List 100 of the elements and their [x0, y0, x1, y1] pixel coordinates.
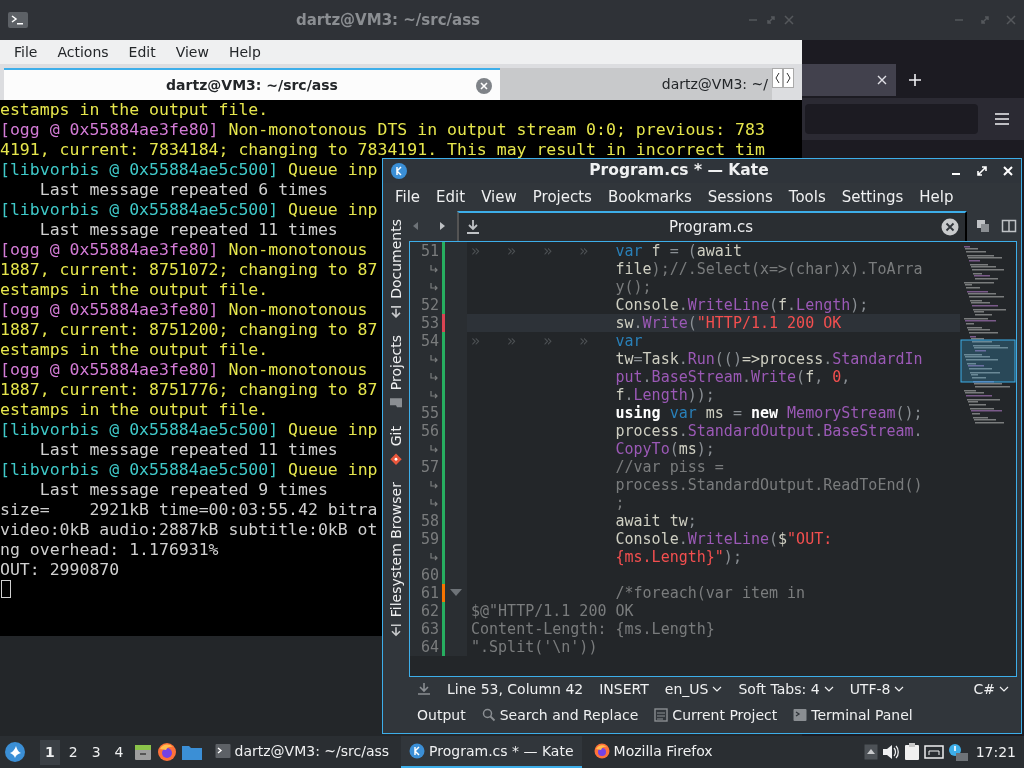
wrap-icon: [429, 479, 439, 491]
menu-item[interactable]: View: [473, 185, 525, 209]
notification-icon[interactable]: [947, 743, 968, 761]
panel-tab[interactable]: Search and Replace: [481, 704, 639, 726]
line-number: 57: [419, 458, 440, 476]
browser-icon[interactable]: [156, 742, 177, 762]
code-line: Content-Length: {ms.Length}: [470, 620, 716, 638]
terminal-tab[interactable]: dartz@VM3: ~/: [500, 68, 772, 100]
folder-icon[interactable]: [180, 743, 203, 761]
sidebar-tab[interactable]: Git: [385, 422, 407, 471]
menu-item[interactable]: Sessions: [699, 185, 781, 209]
save-icon: [465, 219, 481, 235]
workspace-button[interactable]: 3: [86, 739, 106, 765]
line-number: 62: [419, 602, 440, 620]
code-line: tw=Task.Run(()=>process.StandardIn: [467, 350, 960, 368]
panel-tab[interactable]: Output: [417, 704, 466, 726]
panel-tab[interactable]: Current Project: [654, 704, 778, 726]
terminal-icon: [793, 708, 808, 722]
taskbar-task[interactable]: Program.cs * — Kate: [401, 736, 582, 768]
launcher-icon[interactable]: [4, 741, 26, 763]
search-icon: [481, 708, 496, 722]
sidebar-tab[interactable]: Documents: [385, 215, 407, 323]
sidebar-tab[interactable]: Projects: [385, 330, 407, 415]
status-item[interactable]: Soft Tabs: 4: [738, 678, 834, 700]
status-item[interactable]: Line 53, Column 42: [447, 678, 584, 700]
status-item[interactable]: UTF-8: [849, 678, 905, 700]
line-number: 54: [419, 332, 440, 350]
menu-item[interactable]: Edit: [118, 41, 166, 63]
code-line: process.StandardOutput.ReadToEnd(): [467, 476, 960, 494]
terminal-line: 1887, current: 8751776; changing to 87: [0, 380, 378, 400]
status-item[interactable]: C#: [973, 678, 1009, 700]
workspace-button[interactable]: 4: [109, 739, 129, 765]
clipboard-icon[interactable]: [903, 743, 920, 761]
terminal-line: 1887, current: 8751072; changing to 87: [0, 260, 378, 280]
menu-item[interactable]: Help: [911, 185, 962, 209]
workspace-button[interactable]: 1: [40, 739, 60, 765]
menu-item[interactable]: Help: [218, 41, 271, 63]
terminal-icon: [8, 12, 28, 28]
status-item[interactable]: en_US: [664, 678, 723, 700]
taskbar-task[interactable]: dartz@VM3: ~/src/ass: [206, 736, 398, 768]
code-line: {ms.Length}");: [467, 548, 960, 566]
terminal-icon: [214, 743, 231, 759]
code-line: //var piss =: [614, 458, 725, 476]
line-number: 59: [419, 530, 440, 548]
new-tab-icon[interactable]: [908, 73, 922, 87]
window-title: Program.cs * — Kate: [588, 160, 770, 182]
speaker-icon[interactable]: [881, 744, 900, 760]
sidebar-tab[interactable]: Filesystem Browser: [385, 478, 407, 642]
code-line: Console.WriteLine(f.Length);: [614, 296, 870, 314]
menu-item[interactable]: Settings: [833, 185, 912, 209]
terminal-line: Last message repeated 11 times: [38, 440, 338, 460]
code-line: await tw;: [614, 512, 698, 530]
file-manager-icon[interactable]: [132, 742, 153, 762]
maximize-icon[interactable]: [977, 166, 987, 176]
status-item[interactable]: INSERT: [599, 678, 649, 700]
arrow-icon: [389, 623, 403, 638]
close-icon[interactable]: [941, 218, 959, 236]
menu-item[interactable]: Bookmarks: [599, 185, 700, 209]
wrap-icon: [429, 281, 439, 293]
browser-icon: [593, 743, 610, 759]
code-line: file);//.Select(x=>(char)x).ToArra: [467, 260, 960, 278]
layout-icon[interactable]: [1001, 218, 1017, 234]
line-number: 60: [419, 566, 440, 584]
editor-tab[interactable]: Program.cs: [457, 211, 967, 241]
line-number: 61: [419, 584, 440, 602]
terminal-tab[interactable]: dartz@VM3: ~/src/ass: [4, 68, 500, 100]
split-icon[interactable]: [975, 218, 991, 234]
menu-item[interactable]: Actions: [47, 41, 119, 63]
close-icon: [784, 15, 794, 25]
line-number: 56: [419, 422, 440, 440]
line-number: 51: [419, 242, 440, 260]
terminal-line: Last message repeated 9 times: [38, 480, 328, 500]
menu-item[interactable]: Edit: [428, 185, 474, 209]
menu-item[interactable]: File: [4, 41, 48, 63]
panel-tab[interactable]: Terminal Panel: [793, 704, 913, 726]
wrap-icon: [429, 497, 439, 509]
workspace-button[interactable]: 2: [63, 739, 83, 765]
terminal-line: [ogg @ 0x55884ae3fe80] Non-monotonous: [0, 360, 368, 380]
menu-item[interactable]: Tools: [780, 185, 834, 209]
scroll-left-icon[interactable]: [772, 68, 783, 88]
code-line: » » » » var f = (await: [470, 242, 743, 260]
code-line: » » » » var: [470, 332, 644, 350]
code-line: ;: [467, 494, 960, 512]
menu-icon[interactable]: [994, 112, 1010, 126]
terminal-line: Last message repeated 6 times: [38, 180, 328, 200]
arrow-icon: [389, 304, 403, 319]
terminal-line: [libvorbis @ 0x55884ae5c500] Queue inp: [0, 420, 378, 440]
menu-item[interactable]: File: [387, 185, 429, 209]
network-icon[interactable]: [923, 744, 944, 760]
fold-icon[interactable]: [450, 589, 462, 597]
wrap-icon: [429, 263, 439, 275]
scroll-right-icon[interactable]: [783, 68, 794, 88]
menu-item[interactable]: View: [165, 41, 219, 63]
close-icon[interactable]: [876, 74, 888, 86]
line-number: 64: [419, 638, 440, 656]
terminal-line: estamps in the output file.: [0, 100, 269, 120]
code-line: /*foreach(var item in: [614, 584, 807, 602]
taskbar-task[interactable]: Mozilla Firefox: [585, 736, 766, 768]
arrow-up-icon[interactable]: [863, 744, 878, 760]
menu-item[interactable]: Projects: [524, 185, 600, 209]
